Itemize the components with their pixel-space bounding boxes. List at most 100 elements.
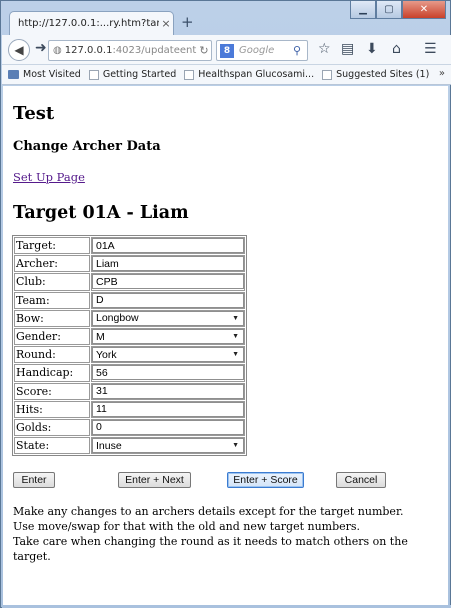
bookmark-healthspan[interactable]: Healthspan Glucosami... <box>184 69 314 80</box>
search-placeholder: Google <box>239 45 275 56</box>
team-cell: D <box>91 291 245 309</box>
team-input[interactable]: D <box>92 292 244 308</box>
bookmark-getting-started[interactable]: Getting Started <box>88 69 177 80</box>
url-host: 127.0.0.1 <box>64 45 113 56</box>
forward-button[interactable]: ➜ <box>35 40 47 56</box>
google-search-engine-icon[interactable]: 8 <box>220 43 234 58</box>
form-row-state: State: Inuse ▼ <box>14 437 245 455</box>
bookmark-most-visited[interactable]: Most Visited <box>8 69 81 80</box>
close-tab-icon[interactable]: × <box>159 17 173 30</box>
club-input[interactable]: CPB <box>92 274 244 290</box>
score-value: 31 <box>96 385 108 398</box>
page-icon <box>184 69 195 80</box>
hits-value: 11 <box>96 403 107 416</box>
team-value: D <box>96 294 104 307</box>
form-row-handicap: Handicap: 56 <box>14 364 245 382</box>
downloads-icon[interactable]: ⬇ <box>366 41 378 57</box>
instruction-line: Use move/swap for that with the old and … <box>13 520 361 533</box>
bow-select[interactable]: Longbow ▼ <box>92 310 244 326</box>
archer-input[interactable]: Liam <box>92 256 244 272</box>
form-row-club: Club: CPB <box>14 273 245 291</box>
gender-cell: M ▼ <box>91 327 245 346</box>
form-row-score: Score: 31 <box>14 382 245 400</box>
menu-icon[interactable]: ☰ <box>424 41 437 57</box>
page-icon <box>322 69 333 80</box>
tab-title: http://127.0.0.1:...ry.htm?target=01A <box>18 18 159 29</box>
reading-list-icon[interactable]: ▤ <box>341 41 354 57</box>
golds-label: Golds: <box>14 418 90 437</box>
minimize-icon[interactable]: ▁ <box>350 1 376 19</box>
gender-label: Gender: <box>14 327 90 346</box>
bookmarks-overflow-icon[interactable]: » <box>439 68 445 79</box>
target-heading: Target 01A - Liam <box>13 203 189 223</box>
bookmark-label: Getting Started <box>102 69 177 80</box>
club-value: CPB <box>96 275 118 288</box>
handicap-input[interactable]: 56 <box>92 365 244 381</box>
form-row-golds: Golds: 0 <box>14 418 245 437</box>
archer-form-table: Target: 01A Archer: Liam Club: CPB Team: D Bow: L… <box>12 235 247 457</box>
form-row-target: Target: 01A <box>14 237 245 255</box>
chevron-down-icon[interactable]: ▼ <box>232 315 239 322</box>
golds-cell: 0 <box>91 418 245 437</box>
target-cell: 01A <box>91 237 245 255</box>
state-select[interactable]: Inuse ▼ <box>92 438 244 454</box>
folder-icon <box>8 70 19 79</box>
enter-score-button[interactable]: Enter + Score <box>227 472 304 488</box>
golds-input[interactable]: 0 <box>92 419 244 435</box>
new-tab-button[interactable]: + <box>181 13 194 31</box>
enter-next-button[interactable]: Enter + Next <box>118 472 191 488</box>
arrow-left-icon: ◀ <box>14 43 24 57</box>
bookmark-label: Most Visited <box>23 69 81 80</box>
target-label: Target: <box>14 237 90 255</box>
bookmarks-toolbar: Most Visited Getting Started Healthspan … <box>2 65 451 85</box>
hits-input[interactable]: 11 <box>92 401 244 417</box>
gender-value: M <box>96 330 105 343</box>
enter-button[interactable]: Enter <box>13 472 55 488</box>
close-window-icon[interactable]: ✕ <box>402 1 446 19</box>
chevron-down-icon[interactable]: ▼ <box>232 351 239 358</box>
instructions: Make any changes to an archers details e… <box>13 504 448 564</box>
page-content: Test Change Archer Data Set Up Page Targ… <box>3 86 448 605</box>
score-cell: 31 <box>91 382 245 400</box>
chevron-down-icon[interactable]: ▼ <box>232 442 239 449</box>
gender-select[interactable]: M ▼ <box>92 329 244 345</box>
browser-window: http://127.0.0.1:...ry.htm?target=01A × … <box>0 0 451 608</box>
score-label: Score: <box>14 382 90 400</box>
form-row-bow: Bow: Longbow ▼ <box>14 309 245 327</box>
site-identity-icon[interactable]: ◍ <box>53 45 62 56</box>
state-label: State: <box>14 437 90 455</box>
page-subtitle: Change Archer Data <box>13 139 161 154</box>
team-label: Team: <box>14 291 90 309</box>
score-input[interactable]: 31 <box>92 383 244 399</box>
bow-value: Longbow <box>96 312 139 325</box>
navigation-bar: ◀ ➜ ◍ 127.0.0.1:4023/updateentry.l ↻ 8 G… <box>2 35 451 65</box>
round-cell: York ▼ <box>91 346 245 364</box>
round-select[interactable]: York ▼ <box>92 347 244 363</box>
reload-icon[interactable]: ↻ <box>197 44 211 57</box>
handicap-label: Handicap: <box>14 364 90 382</box>
bookmark-star-icon[interactable]: ☆ <box>318 41 331 57</box>
back-button[interactable]: ◀ <box>8 39 30 61</box>
archer-value: Liam <box>96 257 119 270</box>
form-row-hits: Hits: 11 <box>14 400 245 418</box>
instruction-line: Take care when changing the round as it … <box>13 535 408 563</box>
search-bar[interactable]: 8 Google ⚲ <box>216 40 308 61</box>
bookmark-label: Healthspan Glucosami... <box>198 69 315 80</box>
round-label: Round: <box>14 346 90 364</box>
address-bar[interactable]: ◍ 127.0.0.1:4023/updateentry.l ↻ <box>48 40 212 61</box>
search-icon[interactable]: ⚲ <box>293 44 307 57</box>
browser-tab[interactable]: http://127.0.0.1:...ry.htm?target=01A × <box>9 11 174 35</box>
chevron-down-icon[interactable]: ▼ <box>232 333 239 340</box>
target-input[interactable]: 01A <box>92 238 244 254</box>
home-icon[interactable]: ⌂ <box>392 41 401 57</box>
club-label: Club: <box>14 273 90 291</box>
cancel-button[interactable]: Cancel <box>336 472 386 488</box>
maximize-icon[interactable]: ▢ <box>376 1 402 19</box>
setup-page-link[interactable]: Set Up Page <box>13 170 85 184</box>
url-text: 127.0.0.1:4023/updateentry.l <box>65 45 197 56</box>
form-row-gender: Gender: M ▼ <box>14 327 245 346</box>
club-cell: CPB <box>91 273 245 291</box>
form-row-team: Team: D <box>14 291 245 309</box>
hits-cell: 11 <box>91 400 245 418</box>
bookmark-suggested-sites[interactable]: Suggested Sites (1) <box>322 69 429 80</box>
